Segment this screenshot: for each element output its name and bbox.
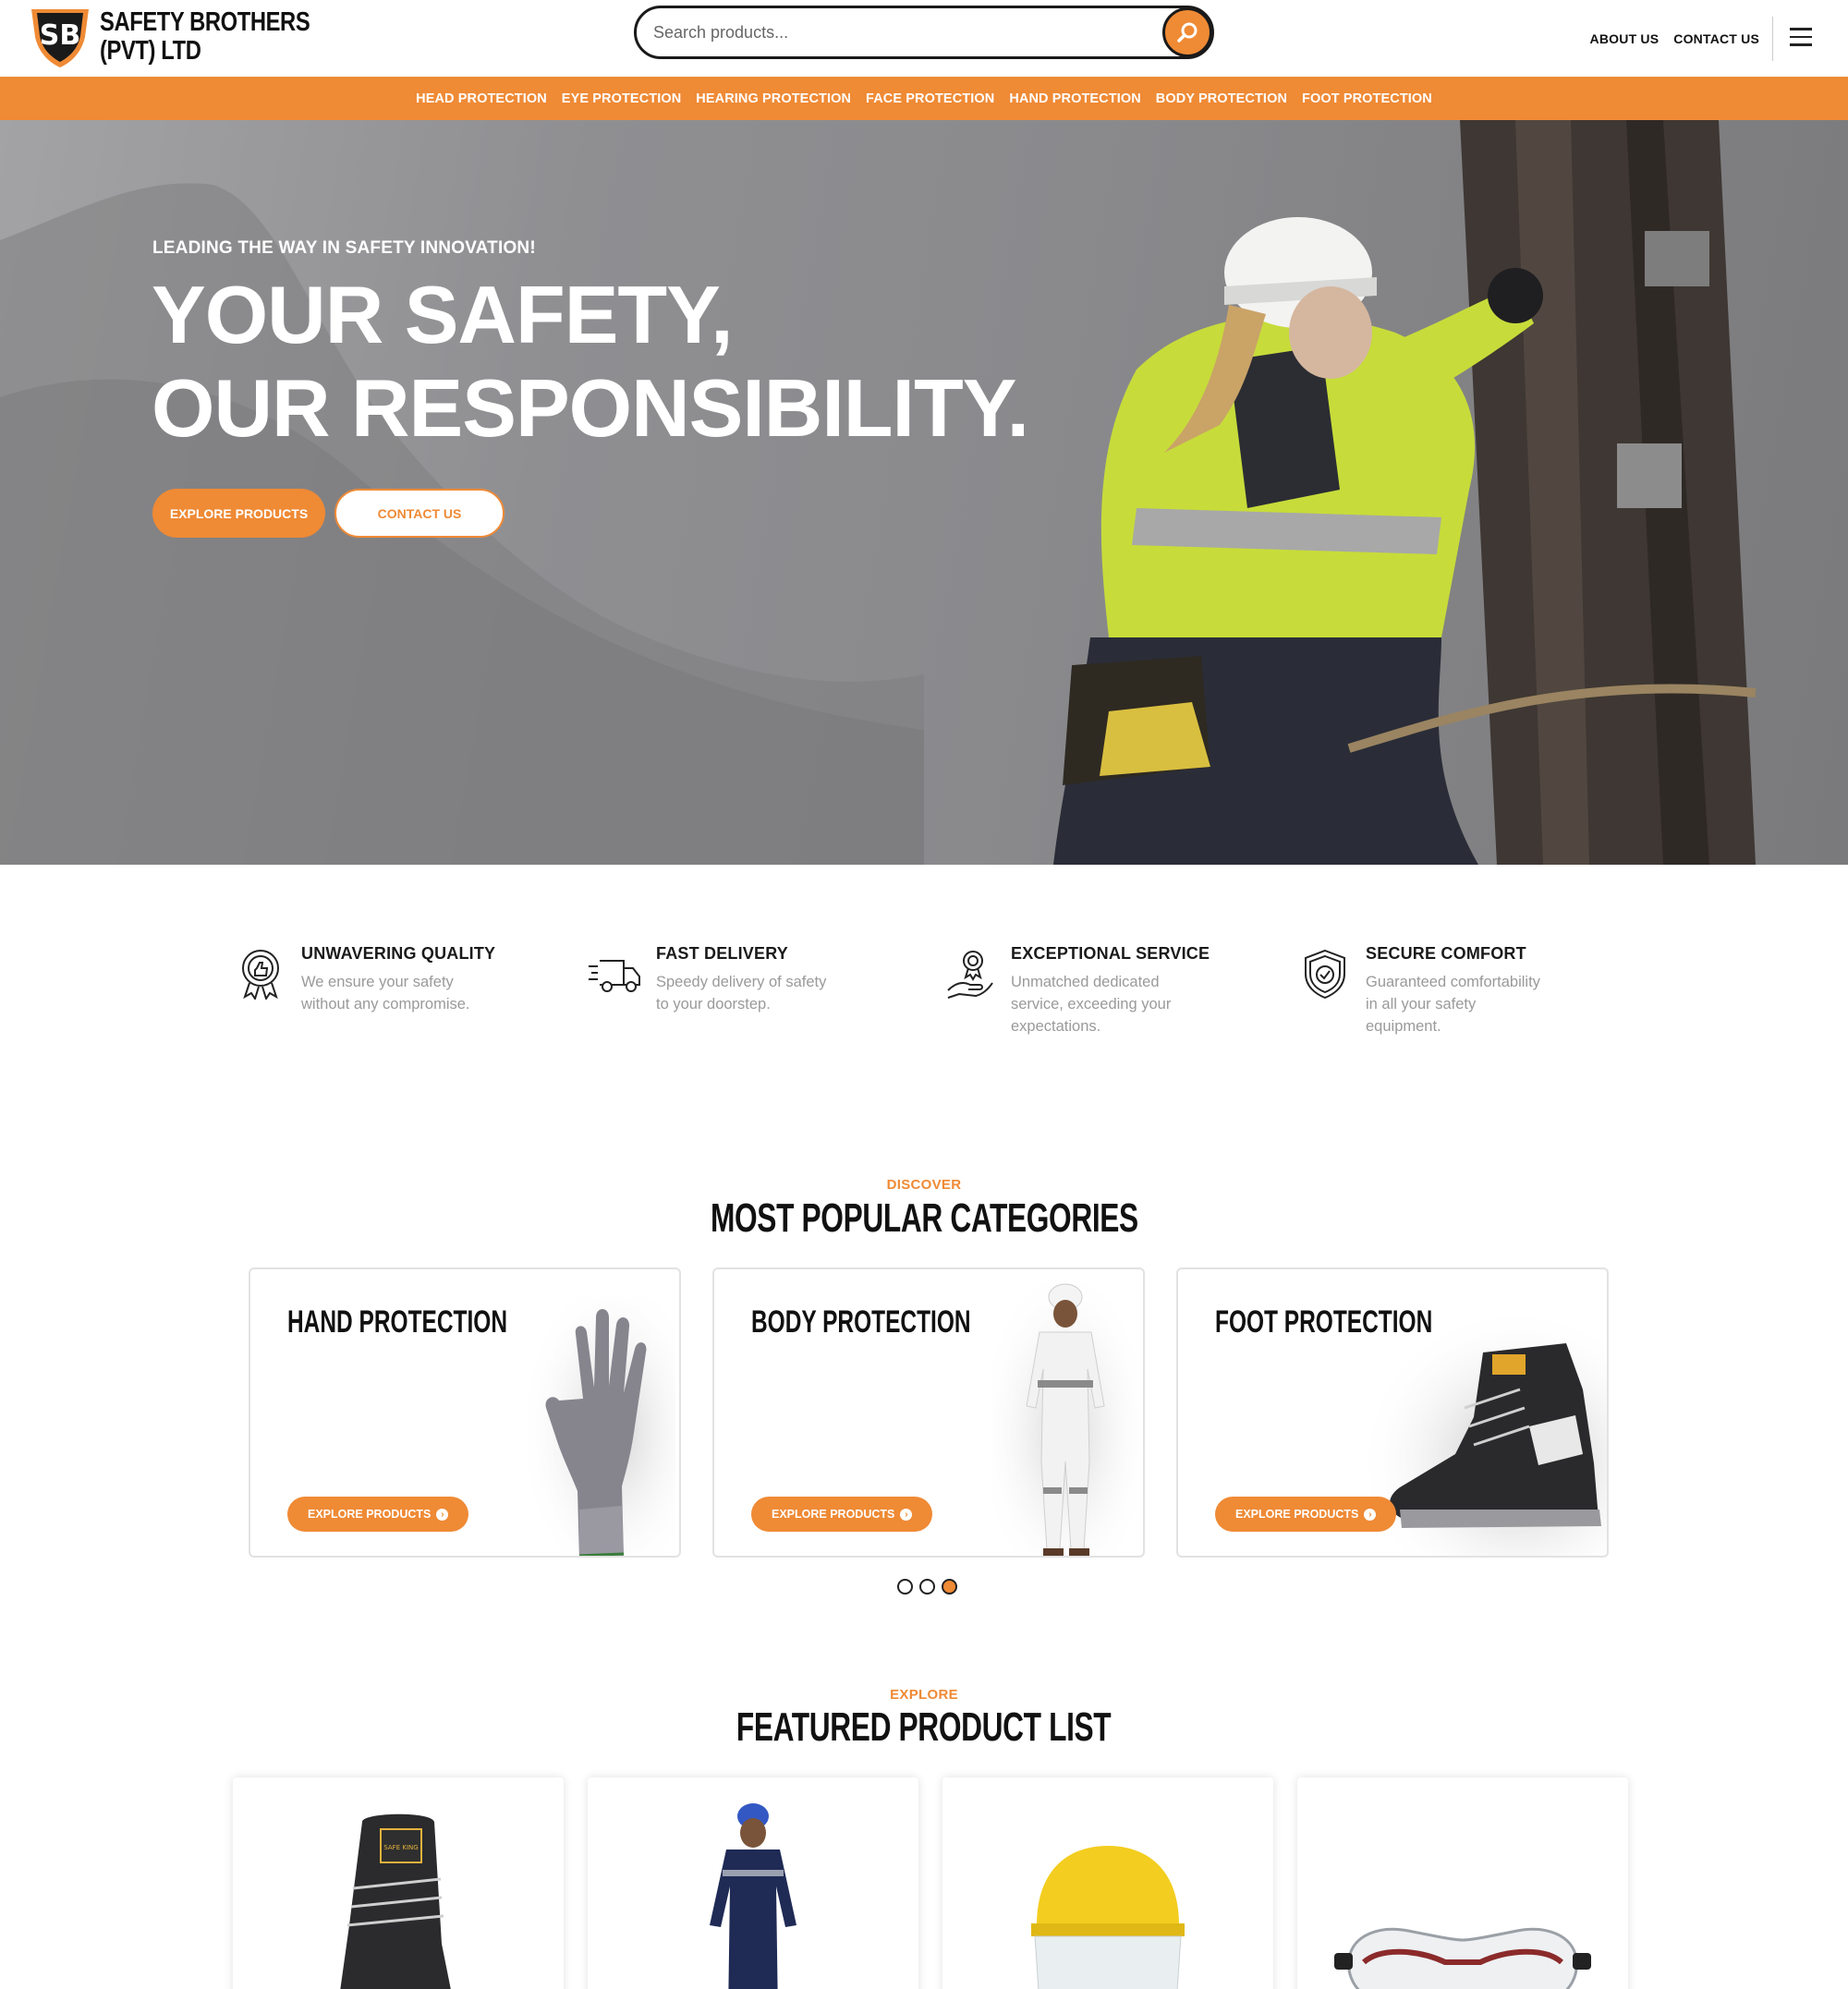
feature-description: Unmatched dedicated service, exceeding y… [1011,974,1172,1035]
logo-monogram: SB [40,19,80,52]
category-explore-button[interactable]: EXPLORE PRODUCTS › [1215,1497,1397,1532]
nav-about-us[interactable]: ABOUT US [1590,31,1660,46]
brand-name-line2: (PVT) LTD [100,36,201,66]
category-explore-button[interactable]: EXPLORE PRODUCTS › [287,1497,469,1532]
arrow-right-icon: › [436,1508,449,1521]
category-nav-head[interactable]: HEAD PROTECTION [416,91,547,106]
category-nav: HEAD PROTECTION EYE PROTECTION HEARING P… [0,77,1848,120]
feature-delivery: FAST DELIVERY Speedy delivery of safety … [589,944,878,1015]
featured-title: FEATURED PRODUCT LIST [736,1704,1112,1750]
search-icon [1177,22,1198,42]
product-card[interactable] [588,1777,918,1989]
hard-hat-face-shield-image [1031,1846,1185,1989]
shield-logo-icon: SB [31,9,89,67]
category-card-title: BODY PROTECTION [751,1304,971,1340]
category-nav-hearing[interactable]: HEARING PROTECTION [696,91,851,106]
arrow-right-icon: › [900,1508,913,1521]
glove-image [518,1297,675,1556]
category-nav-body[interactable]: BODY PROTECTION [1156,91,1287,106]
product-card[interactable]: SAFE KING [233,1777,564,1989]
category-card-hand[interactable]: HAND PROTECTION EXPLORE PRODUCTS › [249,1267,681,1558]
carousel-dot-1[interactable] [897,1579,913,1595]
brand-logo[interactable]: SB SAFETY BROTHERS (PVT) LTD [28,6,356,68]
site-header: SB SAFETY BROTHERS (PVT) LTD ABOUT US CO… [0,0,1848,77]
carousel-dot-3[interactable] [942,1579,957,1595]
nav-contact-us[interactable]: CONTACT US [1673,31,1759,46]
shield-check-icon [1305,949,1345,1000]
arrow-right-icon: › [1364,1508,1377,1521]
feature-description: Speedy delivery of safety to your doorst… [656,974,827,1013]
feature-description: Guaranteed comfortability in all your sa… [1366,974,1540,1035]
category-nav-face[interactable]: FACE PROTECTION [866,91,994,106]
hero-title-line2: OUR RESPONSIBILITY. [152,362,1029,454]
product-card[interactable] [1297,1777,1628,1989]
category-explore-button[interactable]: EXPLORE PRODUCTS › [751,1497,933,1532]
header-divider [1772,17,1773,61]
category-nav-foot[interactable]: FOOT PROTECTION [1302,91,1432,106]
hero-title: YOUR SAFETY, OUR RESPONSIBILITY. [152,268,1029,455]
category-nav-eye[interactable]: EYE PROTECTION [562,91,682,106]
categories-title: MOST POPULAR CATEGORIES [710,1195,1138,1241]
product-card[interactable] [942,1777,1273,1989]
safety-goggles-image [1334,1927,1591,1989]
search-bar [634,6,1214,59]
delivery-truck-icon [589,960,640,992]
categories-kicker: DISCOVER [886,1177,962,1193]
category-card-body[interactable]: BODY PROTECTION EXPLORE PRODUCTS › [712,1267,1145,1558]
feature-comfort: SECURE COMFORT Guaranteed comfortability… [1305,944,1587,1037]
safety-boot-image: SAFE KING [340,1813,451,1989]
carousel-dots [897,1579,957,1595]
hero-kicker: LEADING THE WAY IN SAFETY INNOVATION! [152,238,536,258]
feature-description: We ensure your safety without any compro… [301,974,470,1013]
menu-icon[interactable] [1790,28,1812,48]
contact-us-button[interactable]: CONTACT US [334,489,505,538]
explore-products-button[interactable]: EXPLORE PRODUCTS [152,489,325,538]
feature-service: EXCEPTIONAL SERVICE Unmatched dedicated … [947,944,1233,1037]
feature-quality: UNWAVERING QUALITY We ensure your safety… [242,944,523,1015]
carousel-dot-2[interactable] [919,1579,935,1595]
search-button[interactable] [1162,7,1212,57]
category-nav-hand[interactable]: HAND PROTECTION [1009,91,1140,106]
hero-title-line1: YOUR SAFETY, [152,269,734,360]
service-hand-icon [947,951,993,999]
category-card-foot[interactable]: FOOT PROTECTION EXPLORE PRODUCTS › [1176,1267,1609,1558]
featured-kicker: EXPLORE [890,1687,958,1703]
feature-title: FAST DELIVERY [656,944,788,963]
search-input[interactable] [653,8,1152,56]
feature-title: EXCEPTIONAL SERVICE [1011,944,1210,963]
hero-banner: LEADING THE WAY IN SAFETY INNOVATION! YO… [0,120,1848,865]
quality-badge-icon [242,950,279,1000]
brand-name-line1: SAFETY BROTHERS [100,7,310,37]
top-nav: ABOUT US CONTACT US [1590,31,1759,46]
feature-title: SECURE COMFORT [1366,944,1526,963]
feature-title: UNWAVERING QUALITY [301,944,496,963]
svg-text:SAFE KING: SAFE KING [383,1844,418,1851]
coverall-image [710,1803,796,1989]
category-card-title: HAND PROTECTION [287,1304,508,1340]
coverall-image [991,1277,1139,1556]
